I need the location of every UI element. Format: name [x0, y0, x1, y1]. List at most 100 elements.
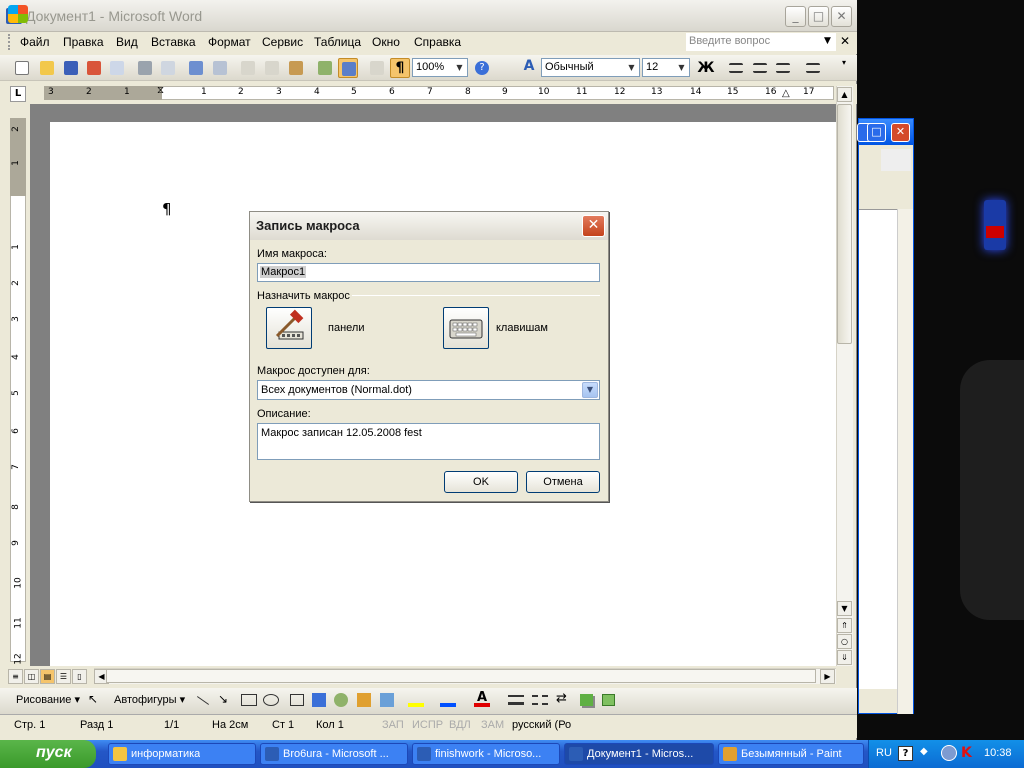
email-icon[interactable]	[107, 58, 127, 78]
rectangle-icon[interactable]	[241, 694, 257, 706]
description-textarea[interactable]: Макрос записан 12.05.2008 fest	[257, 423, 600, 460]
menu-insert[interactable]: Вставка	[151, 35, 196, 49]
shadow-style-icon[interactable]	[580, 694, 593, 706]
scroll-right-icon[interactable]: ▶	[820, 669, 835, 684]
diagram-icon[interactable]	[334, 693, 348, 707]
status-record[interactable]: ЗАП	[382, 719, 404, 731]
assign-keyboard-label[interactable]: клавишам	[496, 322, 548, 334]
drawing-menu[interactable]: Рисование ▾	[16, 693, 80, 706]
normal-view-icon[interactable]: ≡	[8, 669, 23, 684]
scroll-up-icon[interactable]: ▲	[837, 87, 852, 102]
assign-toolbar-label[interactable]: панели	[328, 322, 364, 334]
menu-help[interactable]: Справка	[414, 35, 461, 49]
taskbar-item-active[interactable]: Документ1 - Micros...	[564, 743, 714, 765]
zoom-dropdown-icon[interactable]: ▼	[453, 60, 466, 75]
kaspersky-icon[interactable]: K	[961, 745, 973, 761]
menu-format[interactable]: Формат	[208, 35, 251, 49]
align-justify-icon[interactable]	[773, 58, 793, 78]
scroll-down-icon[interactable]: ▼	[837, 601, 852, 616]
bold-button[interactable]: Ж	[696, 58, 716, 78]
start-button[interactable]: пуск	[0, 740, 96, 768]
close-button[interactable]: ✕	[831, 6, 852, 27]
menu-window[interactable]: Окно	[372, 35, 400, 49]
print-icon[interactable]	[135, 58, 155, 78]
clipart-icon[interactable]	[357, 693, 371, 707]
fill-color-icon[interactable]	[408, 693, 424, 707]
arrow-style-icon[interactable]: ⇄	[556, 691, 567, 706]
menu-file[interactable]: Файл	[20, 35, 50, 49]
status-overtype[interactable]: ЗАМ	[481, 719, 504, 731]
document-map-icon[interactable]	[367, 58, 387, 78]
clock[interactable]: 10:38	[984, 747, 1012, 759]
background-window-maximize-button[interactable]: □	[867, 123, 886, 142]
taskbar-item[interactable]: Bro6ura - Microsoft ...	[260, 743, 408, 765]
menu-view[interactable]: Вид	[116, 35, 138, 49]
macro-name-input[interactable]: Макрос1	[257, 263, 600, 282]
taskbar-item[interactable]: Безымянный - Paint	[718, 743, 864, 765]
available-for-dropdown-icon[interactable]: ▼	[582, 382, 598, 398]
insert-picture-icon[interactable]	[380, 693, 394, 707]
assign-toolbar-button[interactable]	[266, 307, 312, 349]
right-indent-marker[interactable]: △	[782, 88, 792, 100]
dash-style-icon[interactable]	[532, 695, 548, 705]
outline-view-icon[interactable]: ☰	[56, 669, 71, 684]
ask-question-box[interactable]: Введите вопрос	[686, 33, 836, 51]
permission-icon[interactable]	[84, 58, 104, 78]
oval-icon[interactable]	[263, 694, 279, 706]
previous-page-icon[interactable]: ⇑	[837, 618, 852, 633]
font-size-dropdown-icon[interactable]: ▼	[675, 60, 688, 75]
wordart-icon[interactable]	[312, 693, 326, 707]
insert-table-icon[interactable]	[315, 58, 335, 78]
horizontal-scroll-thumb[interactable]	[106, 669, 816, 683]
background-window-close-button[interactable]: ✕	[891, 123, 910, 142]
numbered-list-icon[interactable]	[803, 58, 823, 78]
save-icon[interactable]	[61, 58, 81, 78]
status-track-changes[interactable]: ИСПР	[412, 719, 443, 731]
next-page-icon[interactable]: ⇓	[837, 650, 852, 665]
print-layout-view-icon[interactable]: ▤	[40, 669, 55, 684]
align-left-icon[interactable]	[726, 58, 746, 78]
font-color-icon[interactable]: A	[474, 690, 490, 707]
available-for-select[interactable]: Всех документов (Normal.dot)	[257, 380, 600, 400]
cut-icon[interactable]	[238, 58, 258, 78]
background-window-scrollbar[interactable]	[897, 209, 913, 714]
language-indicator[interactable]: RU	[876, 747, 892, 759]
arrow-icon[interactable]: ↘	[218, 692, 228, 706]
print-preview-icon[interactable]	[158, 58, 178, 78]
align-center-icon[interactable]	[750, 58, 770, 78]
ok-button[interactable]: OK	[444, 471, 518, 493]
spelling-icon[interactable]	[186, 58, 206, 78]
background-window[interactable]: □ ✕	[857, 118, 914, 714]
font-size-select[interactable]: 12 ▼	[642, 58, 690, 77]
style-dropdown-icon[interactable]: ▼	[625, 60, 638, 75]
textbox-icon[interactable]	[290, 694, 304, 706]
3d-style-icon[interactable]	[602, 694, 615, 706]
maximize-button[interactable]: □	[808, 6, 829, 27]
reading-view-icon[interactable]: ▯	[72, 669, 87, 684]
web-view-icon[interactable]: ◫	[24, 669, 39, 684]
paste-icon[interactable]	[286, 58, 306, 78]
volume-icon[interactable]: ◆	[920, 746, 934, 761]
document-close-button[interactable]: ✕	[840, 34, 850, 48]
autoshapes-menu[interactable]: Автофигуры ▾	[114, 693, 185, 706]
open-folder-icon[interactable]	[37, 58, 57, 78]
select-objects-icon[interactable]: ↖	[88, 692, 98, 706]
assign-keyboard-button[interactable]	[443, 307, 489, 349]
indent-marker[interactable]: ⧖	[157, 85, 167, 103]
menu-edit[interactable]: Правка	[63, 35, 104, 49]
line-color-icon[interactable]	[440, 693, 456, 707]
zoom-select[interactable]: 100% ▼	[412, 58, 468, 77]
show-formatting-icon[interactable]: ¶	[390, 58, 410, 78]
styles-pane-icon[interactable]: A	[519, 58, 539, 78]
cancel-button[interactable]: Отмена	[526, 471, 600, 493]
tray-app-icon[interactable]	[941, 745, 957, 761]
status-extend[interactable]: ВДЛ	[449, 719, 471, 731]
research-icon[interactable]	[210, 58, 230, 78]
copy-icon[interactable]	[262, 58, 282, 78]
help-icon[interactable]: ?	[472, 58, 492, 78]
ask-dropdown-icon[interactable]: ▼	[824, 36, 831, 46]
help-tray-icon[interactable]: ?	[898, 746, 913, 761]
style-select[interactable]: Обычный ▼	[541, 58, 640, 77]
taskbar-item[interactable]: информатика	[108, 743, 256, 765]
new-document-icon[interactable]	[12, 58, 32, 78]
